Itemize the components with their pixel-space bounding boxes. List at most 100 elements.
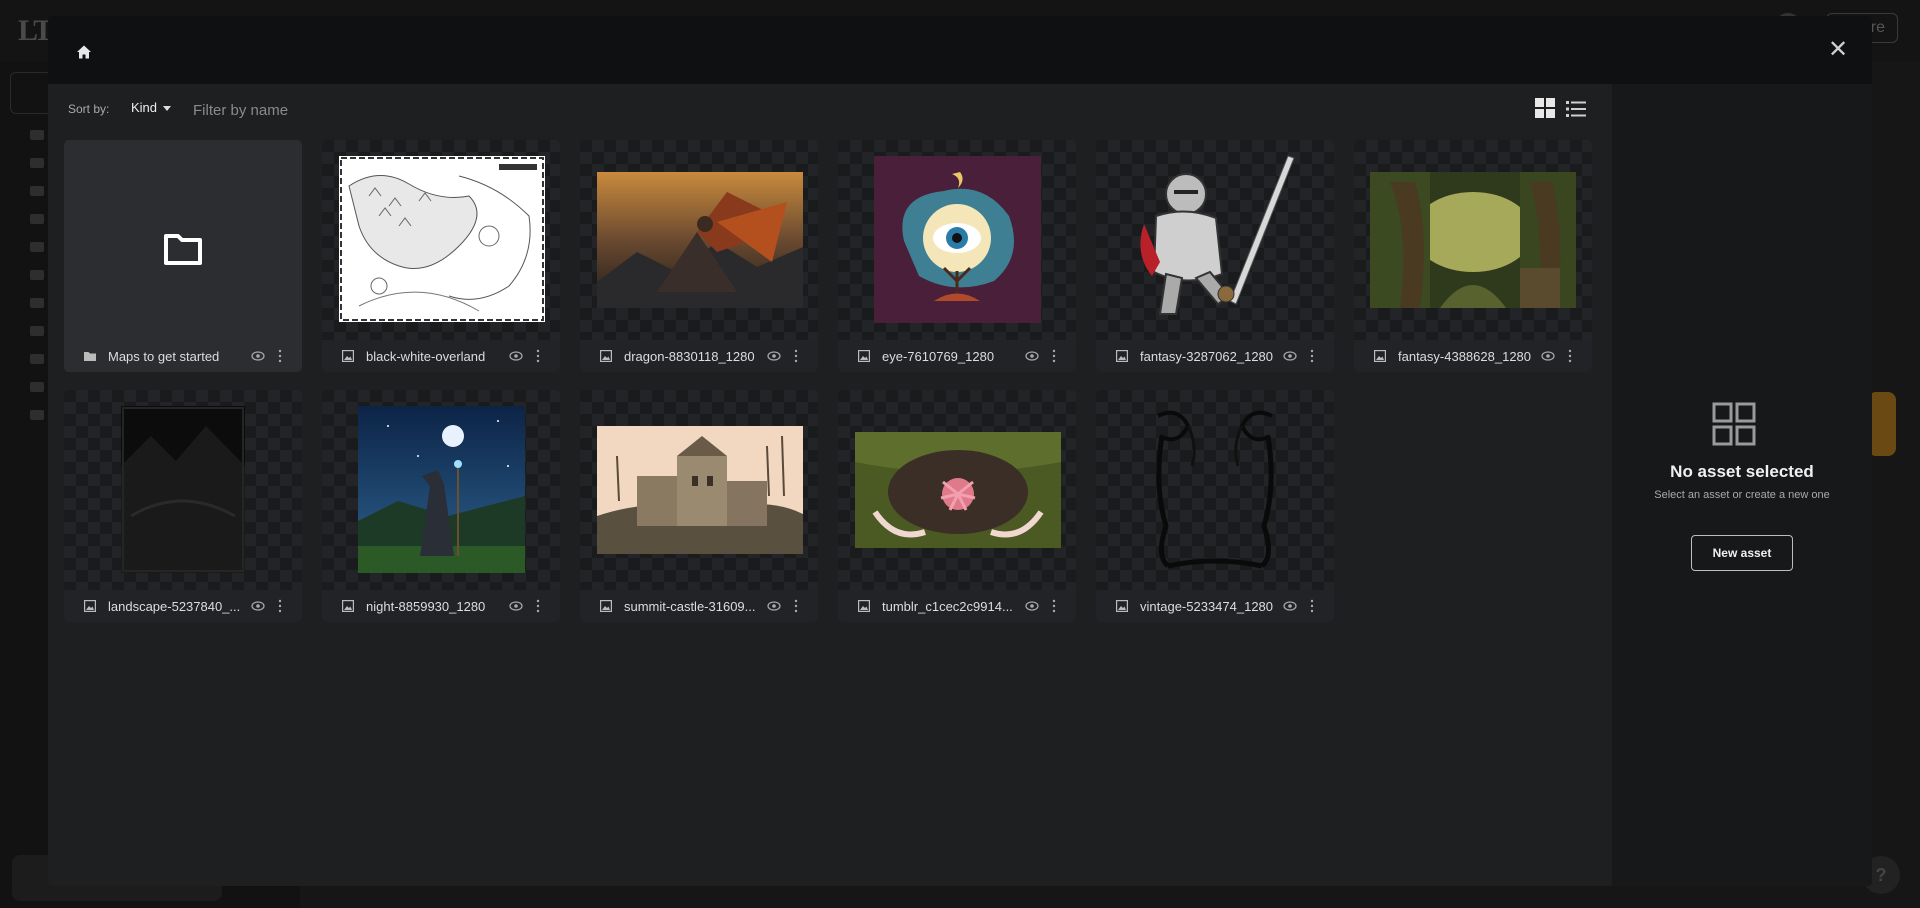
eye-icon[interactable] — [1025, 350, 1039, 362]
image-icon — [342, 350, 354, 362]
eye-icon[interactable] — [1283, 600, 1297, 612]
asset-card-image[interactable]: black-white-overland — [322, 140, 560, 372]
asset-name: dragon-8830118_1280 — [624, 349, 755, 364]
modal-header: ✕ — [48, 16, 1872, 84]
asset-caption: night-8859930_1280 — [322, 590, 560, 622]
landscape-thumbnail-image — [121, 406, 245, 573]
knight-thumbnail-image — [1140, 155, 1295, 315]
more-options-icon[interactable] — [792, 348, 800, 364]
asset-caption: fantasy-4388628_1280 — [1354, 340, 1592, 372]
eye-icon[interactable] — [767, 350, 781, 362]
app-logo: LT — [18, 14, 53, 47]
eye-icon[interactable] — [1283, 350, 1297, 362]
asset-name: eye-7610769_1280 — [882, 349, 995, 364]
more-options-icon[interactable] — [534, 598, 542, 614]
background-sidebar-row — [30, 410, 44, 420]
close-icon[interactable]: ✕ — [1826, 38, 1850, 62]
no-selection-icon — [1712, 402, 1756, 446]
more-options-icon[interactable] — [276, 598, 284, 614]
eye-icon[interactable] — [509, 350, 523, 362]
background-badge — [1868, 392, 1896, 456]
asset-card-image[interactable]: eye-7610769_1280 — [838, 140, 1076, 372]
more-options-icon[interactable] — [276, 348, 284, 364]
eye-icon[interactable] — [767, 600, 781, 612]
folder-icon — [164, 234, 202, 265]
image-icon — [342, 600, 354, 612]
image-icon — [600, 600, 612, 612]
asset-name: night-8859930_1280 — [366, 599, 486, 614]
background-sidebar-row — [30, 214, 44, 224]
image-icon — [858, 350, 870, 362]
asset-card-image[interactable]: night-8859930_1280 — [322, 390, 560, 622]
asset-caption: summit-castle-31609... — [580, 590, 818, 622]
asset-name: vintage-5233474_1280 — [1140, 599, 1274, 614]
asset-card-image[interactable]: landscape-5237840_... — [64, 390, 302, 622]
asset-toolbar: Sort by: Kind — [48, 84, 1612, 132]
background-sidebar-row — [30, 298, 44, 308]
vintage-frame-thumbnail-image — [1156, 410, 1274, 569]
asset-thumbnail — [838, 140, 1076, 340]
eye-icon[interactable] — [1025, 600, 1039, 612]
more-options-icon[interactable] — [1566, 348, 1574, 364]
mole-thumbnail-image — [855, 432, 1061, 548]
background-sidebar-row — [30, 158, 44, 168]
folder-icon — [84, 352, 96, 361]
asset-name: Maps to get started — [108, 349, 220, 364]
background-filter-button — [10, 72, 52, 114]
asset-name: fantasy-3287062_1280 — [1140, 349, 1274, 364]
new-asset-button[interactable]: New asset — [1691, 535, 1793, 571]
more-options-icon[interactable] — [1308, 598, 1316, 614]
asset-browser-modal: ✕ Sort by: Kind Maps to get started — [48, 16, 1872, 886]
image-icon — [1116, 350, 1128, 362]
background-sidebar-row — [30, 186, 44, 196]
eye-icon[interactable] — [509, 600, 523, 612]
more-options-icon[interactable] — [534, 348, 542, 364]
wizard-thumbnail-image — [358, 406, 525, 573]
asset-thumbnail — [580, 140, 818, 340]
list-view-icon[interactable] — [1565, 99, 1587, 119]
asset-thumbnail — [322, 390, 560, 590]
image-icon — [600, 350, 612, 362]
eye-icon[interactable] — [1541, 350, 1555, 362]
background-sidebar-row — [30, 382, 44, 392]
asset-caption: eye-7610769_1280 — [838, 340, 1076, 372]
asset-name: landscape-5237840_... — [108, 599, 241, 614]
asset-card-folder[interactable]: Maps to get started — [64, 140, 302, 372]
more-options-icon[interactable] — [1050, 598, 1058, 614]
more-options-icon[interactable] — [1050, 348, 1058, 364]
forest-thumbnail-image — [1370, 172, 1576, 308]
home-icon[interactable] — [76, 44, 92, 60]
folder-thumbnail — [64, 140, 302, 340]
asset-thumbnail — [838, 390, 1076, 590]
asset-caption: fantasy-3287062_1280 — [1096, 340, 1334, 372]
asset-card-image[interactable]: vintage-5233474_1280 — [1096, 390, 1334, 622]
background-sidebar-row — [30, 326, 44, 336]
sort-dropdown[interactable]: Kind — [131, 100, 172, 115]
eye-icon[interactable] — [251, 350, 265, 362]
background-sidebar-row — [30, 242, 44, 252]
asset-caption: tumblr_c1cec2c9914... — [838, 590, 1076, 622]
dragon-thumbnail-image — [597, 172, 803, 308]
background-sidebar-row — [30, 130, 44, 140]
image-icon — [1374, 350, 1386, 362]
asset-card-image[interactable]: summit-castle-31609... — [580, 390, 818, 622]
background-sidebar-row — [30, 354, 44, 364]
castle-thumbnail-image — [597, 426, 803, 554]
asset-caption: landscape-5237840_... — [64, 590, 302, 622]
more-options-icon[interactable] — [792, 598, 800, 614]
asset-caption: black-white-overland — [322, 340, 560, 372]
sort-value: Kind — [131, 100, 158, 115]
asset-detail-panel: No asset selected Select an asset or cre… — [1612, 84, 1872, 886]
image-icon — [84, 600, 96, 612]
eye-icon[interactable] — [251, 600, 265, 612]
more-options-icon[interactable] — [1308, 348, 1316, 364]
asset-name: fantasy-4388628_1280 — [1398, 349, 1532, 364]
grid-view-icon[interactable] — [1534, 97, 1556, 119]
asset-card-image[interactable]: fantasy-3287062_1280 — [1096, 140, 1334, 372]
asset-card-image[interactable]: fantasy-4388628_1280 — [1354, 140, 1592, 372]
map-thumbnail-image — [339, 156, 545, 322]
filter-input[interactable] — [191, 96, 495, 124]
asset-card-image[interactable]: dragon-8830118_1280 — [580, 140, 818, 372]
asset-card-image[interactable]: tumblr_c1cec2c9914... — [838, 390, 1076, 622]
panel-title: No asset selected — [1670, 462, 1814, 481]
